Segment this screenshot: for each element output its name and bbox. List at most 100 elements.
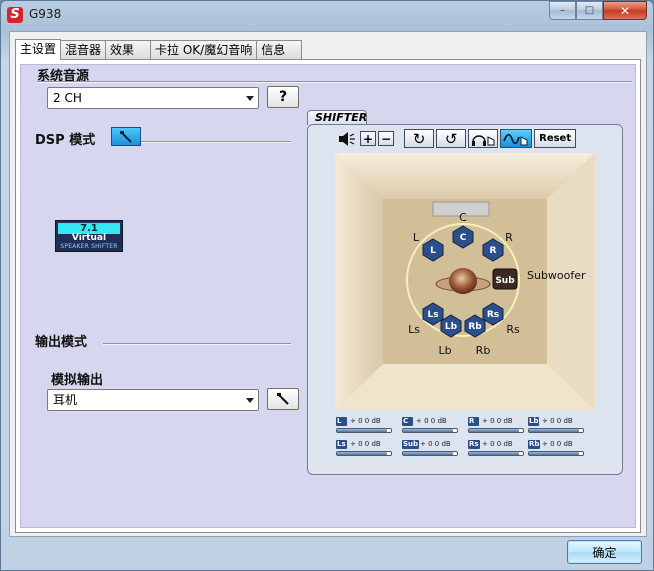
meter-bar[interactable] bbox=[402, 451, 458, 456]
meter-fill bbox=[469, 429, 519, 432]
virtual-badge-mid: Virtual bbox=[71, 233, 107, 243]
dsp-mode-heading: DSP 模式 bbox=[35, 133, 96, 148]
meter-value: + 0 0 dB bbox=[350, 417, 381, 425]
meter-bar[interactable] bbox=[402, 428, 458, 433]
meter-tag: Lb bbox=[528, 417, 540, 426]
app-logo-icon: S bbox=[7, 7, 23, 23]
tab-panel: 系统音源 2 CH ? DSP 模式 7.1 Virtual SPEAKER S… bbox=[15, 59, 641, 533]
speaker-ls-tag: Ls bbox=[427, 310, 438, 320]
meter-value: + 0 0 dB bbox=[482, 440, 513, 448]
settings-panel: 系统音源 2 CH ? DSP 模式 7.1 Virtual SPEAKER S… bbox=[20, 64, 636, 528]
speaker-rb-tag: Rb bbox=[468, 322, 482, 332]
source-select-value: 2 CH bbox=[53, 91, 82, 105]
client-area: 主设置 混音器 效果 卡拉 OK/魔幻音响 信息 系统音源 2 CH ? DSP… bbox=[9, 31, 647, 537]
analog-output-heading: 模拟输出 bbox=[51, 373, 104, 388]
maximize-button[interactable]: □ bbox=[576, 1, 603, 20]
meter-bar[interactable] bbox=[528, 451, 584, 456]
output-mode-heading: 输出模式 bbox=[35, 335, 88, 350]
label-subwoofer: Subwoofer bbox=[527, 269, 586, 282]
speaker-room-view[interactable]: C L R Sub Ls Rs Lb Rb C L R Subwoofer Ls… bbox=[335, 153, 595, 410]
speaker-sub-marker[interactable]: Sub bbox=[492, 268, 518, 290]
analog-output-select[interactable]: 耳机 bbox=[47, 389, 259, 411]
source-select[interactable]: 2 CH bbox=[47, 87, 259, 109]
tab-effects[interactable]: 效果 bbox=[105, 40, 152, 59]
divider bbox=[103, 343, 291, 345]
virtual-71-badge: 7.1 Virtual SPEAKER SHIFTER bbox=[55, 220, 123, 252]
rotate-cw-button[interactable]: ↻ bbox=[404, 129, 435, 148]
meter-fill bbox=[337, 452, 387, 455]
tab-mixer[interactable]: 混音器 bbox=[60, 40, 107, 59]
meter-bar[interactable] bbox=[468, 428, 524, 433]
tab-main-settings[interactable]: 主设置 bbox=[15, 39, 62, 60]
speaker-r-tag: R bbox=[490, 246, 497, 256]
meter-lb: Lb + 0 0 dB bbox=[528, 417, 584, 436]
label-c: C bbox=[459, 211, 467, 224]
wrench-icon bbox=[120, 130, 132, 143]
label-rs: Rs bbox=[506, 323, 520, 336]
window-title: G938 bbox=[29, 7, 62, 21]
wave-mode-button[interactable] bbox=[500, 129, 533, 148]
app-window: S G938 – □ ✕ 主设置 混音器 效果 卡拉 OK/魔幻音响 信息 系统… bbox=[0, 0, 654, 571]
zoom-out-button[interactable]: − bbox=[378, 131, 395, 146]
meter-bar[interactable] bbox=[468, 451, 524, 456]
shifter-tab-label: SHIFTER bbox=[307, 110, 367, 125]
rotate-ccw-button[interactable]: ↺ bbox=[436, 129, 467, 148]
speaker-l-tag: L bbox=[430, 246, 436, 256]
speaker-volume-icon[interactable] bbox=[336, 129, 358, 148]
label-rb: Rb bbox=[476, 344, 491, 357]
meter-l: L + 0 0 dB bbox=[336, 417, 392, 436]
meter-tag: Rs bbox=[468, 440, 480, 449]
meter-fill bbox=[403, 429, 453, 432]
headphone-icon bbox=[472, 134, 495, 146]
meter-bar[interactable] bbox=[528, 428, 584, 433]
meter-value: + 0 0 dB bbox=[542, 440, 573, 448]
meter-rb: Rb + 0 0 dB bbox=[528, 440, 584, 459]
meter-sub: Sub + 0 0 dB bbox=[402, 440, 458, 459]
meter-value: + 0 0 dB bbox=[420, 440, 451, 448]
meter-value: + 0 0 dB bbox=[542, 417, 573, 425]
wrench-icon bbox=[277, 393, 289, 405]
virtual-badge-bottom: SPEAKER SHIFTER bbox=[60, 243, 118, 250]
tab-karaoke[interactable]: 卡拉 OK/魔幻音响 bbox=[150, 40, 258, 59]
title-bar[interactable]: S G938 – □ ✕ bbox=[1, 1, 653, 31]
reset-button[interactable]: Reset bbox=[534, 129, 577, 148]
meter-fill bbox=[529, 452, 579, 455]
label-r: R bbox=[505, 231, 513, 244]
dsp-mode-button[interactable] bbox=[111, 127, 141, 146]
meter-tag: Sub bbox=[402, 440, 420, 449]
meter-fill bbox=[469, 452, 519, 455]
shifter-toolbar: + − ↻ ↺ Reset bbox=[336, 128, 577, 149]
speaker-sub-tag: Sub bbox=[495, 276, 515, 286]
tab-strip: 主设置 混音器 效果 卡拉 OK/魔幻音响 信息 bbox=[15, 39, 303, 60]
minimize-button[interactable]: – bbox=[549, 1, 576, 20]
meter-bar[interactable] bbox=[336, 451, 392, 456]
chevron-down-icon bbox=[246, 398, 254, 403]
meter-fill bbox=[529, 429, 579, 432]
meter-ls: Ls + 0 0 dB bbox=[336, 440, 392, 459]
label-lb: Lb bbox=[438, 344, 451, 357]
label-l: L bbox=[413, 231, 420, 244]
shifter-panel: + − ↻ ↺ Reset C L R Sub Ls Rs Lb Rb C L … bbox=[307, 124, 623, 475]
meter-bar[interactable] bbox=[336, 428, 392, 433]
ok-button[interactable]: 确定 bbox=[567, 540, 642, 564]
meter-value: + 0 0 dB bbox=[482, 417, 513, 425]
speaker-c-tag: C bbox=[460, 233, 467, 243]
zoom-in-button[interactable]: + bbox=[360, 131, 377, 146]
tab-info[interactable]: 信息 bbox=[256, 40, 303, 59]
divider bbox=[127, 141, 291, 143]
meter-c: C + 0 0 dB bbox=[402, 417, 458, 436]
close-button[interactable]: ✕ bbox=[603, 1, 647, 20]
help-button[interactable]: ? bbox=[267, 86, 299, 108]
meter-tag: Ls bbox=[336, 440, 347, 449]
meter-fill bbox=[337, 429, 387, 432]
analog-select-value: 耳机 bbox=[53, 393, 78, 407]
meter-tag: Rb bbox=[528, 440, 541, 449]
meter-tag: L bbox=[336, 417, 347, 426]
meter-rs: Rs + 0 0 dB bbox=[468, 440, 524, 459]
analog-settings-button[interactable] bbox=[267, 388, 299, 410]
speaker-lb-tag: Lb bbox=[445, 322, 458, 332]
headphone-mode-button[interactable] bbox=[468, 129, 499, 148]
meter-r: R + 0 0 dB bbox=[468, 417, 524, 436]
window-controls: – □ ✕ bbox=[549, 1, 647, 20]
meter-tag: R bbox=[468, 417, 479, 426]
